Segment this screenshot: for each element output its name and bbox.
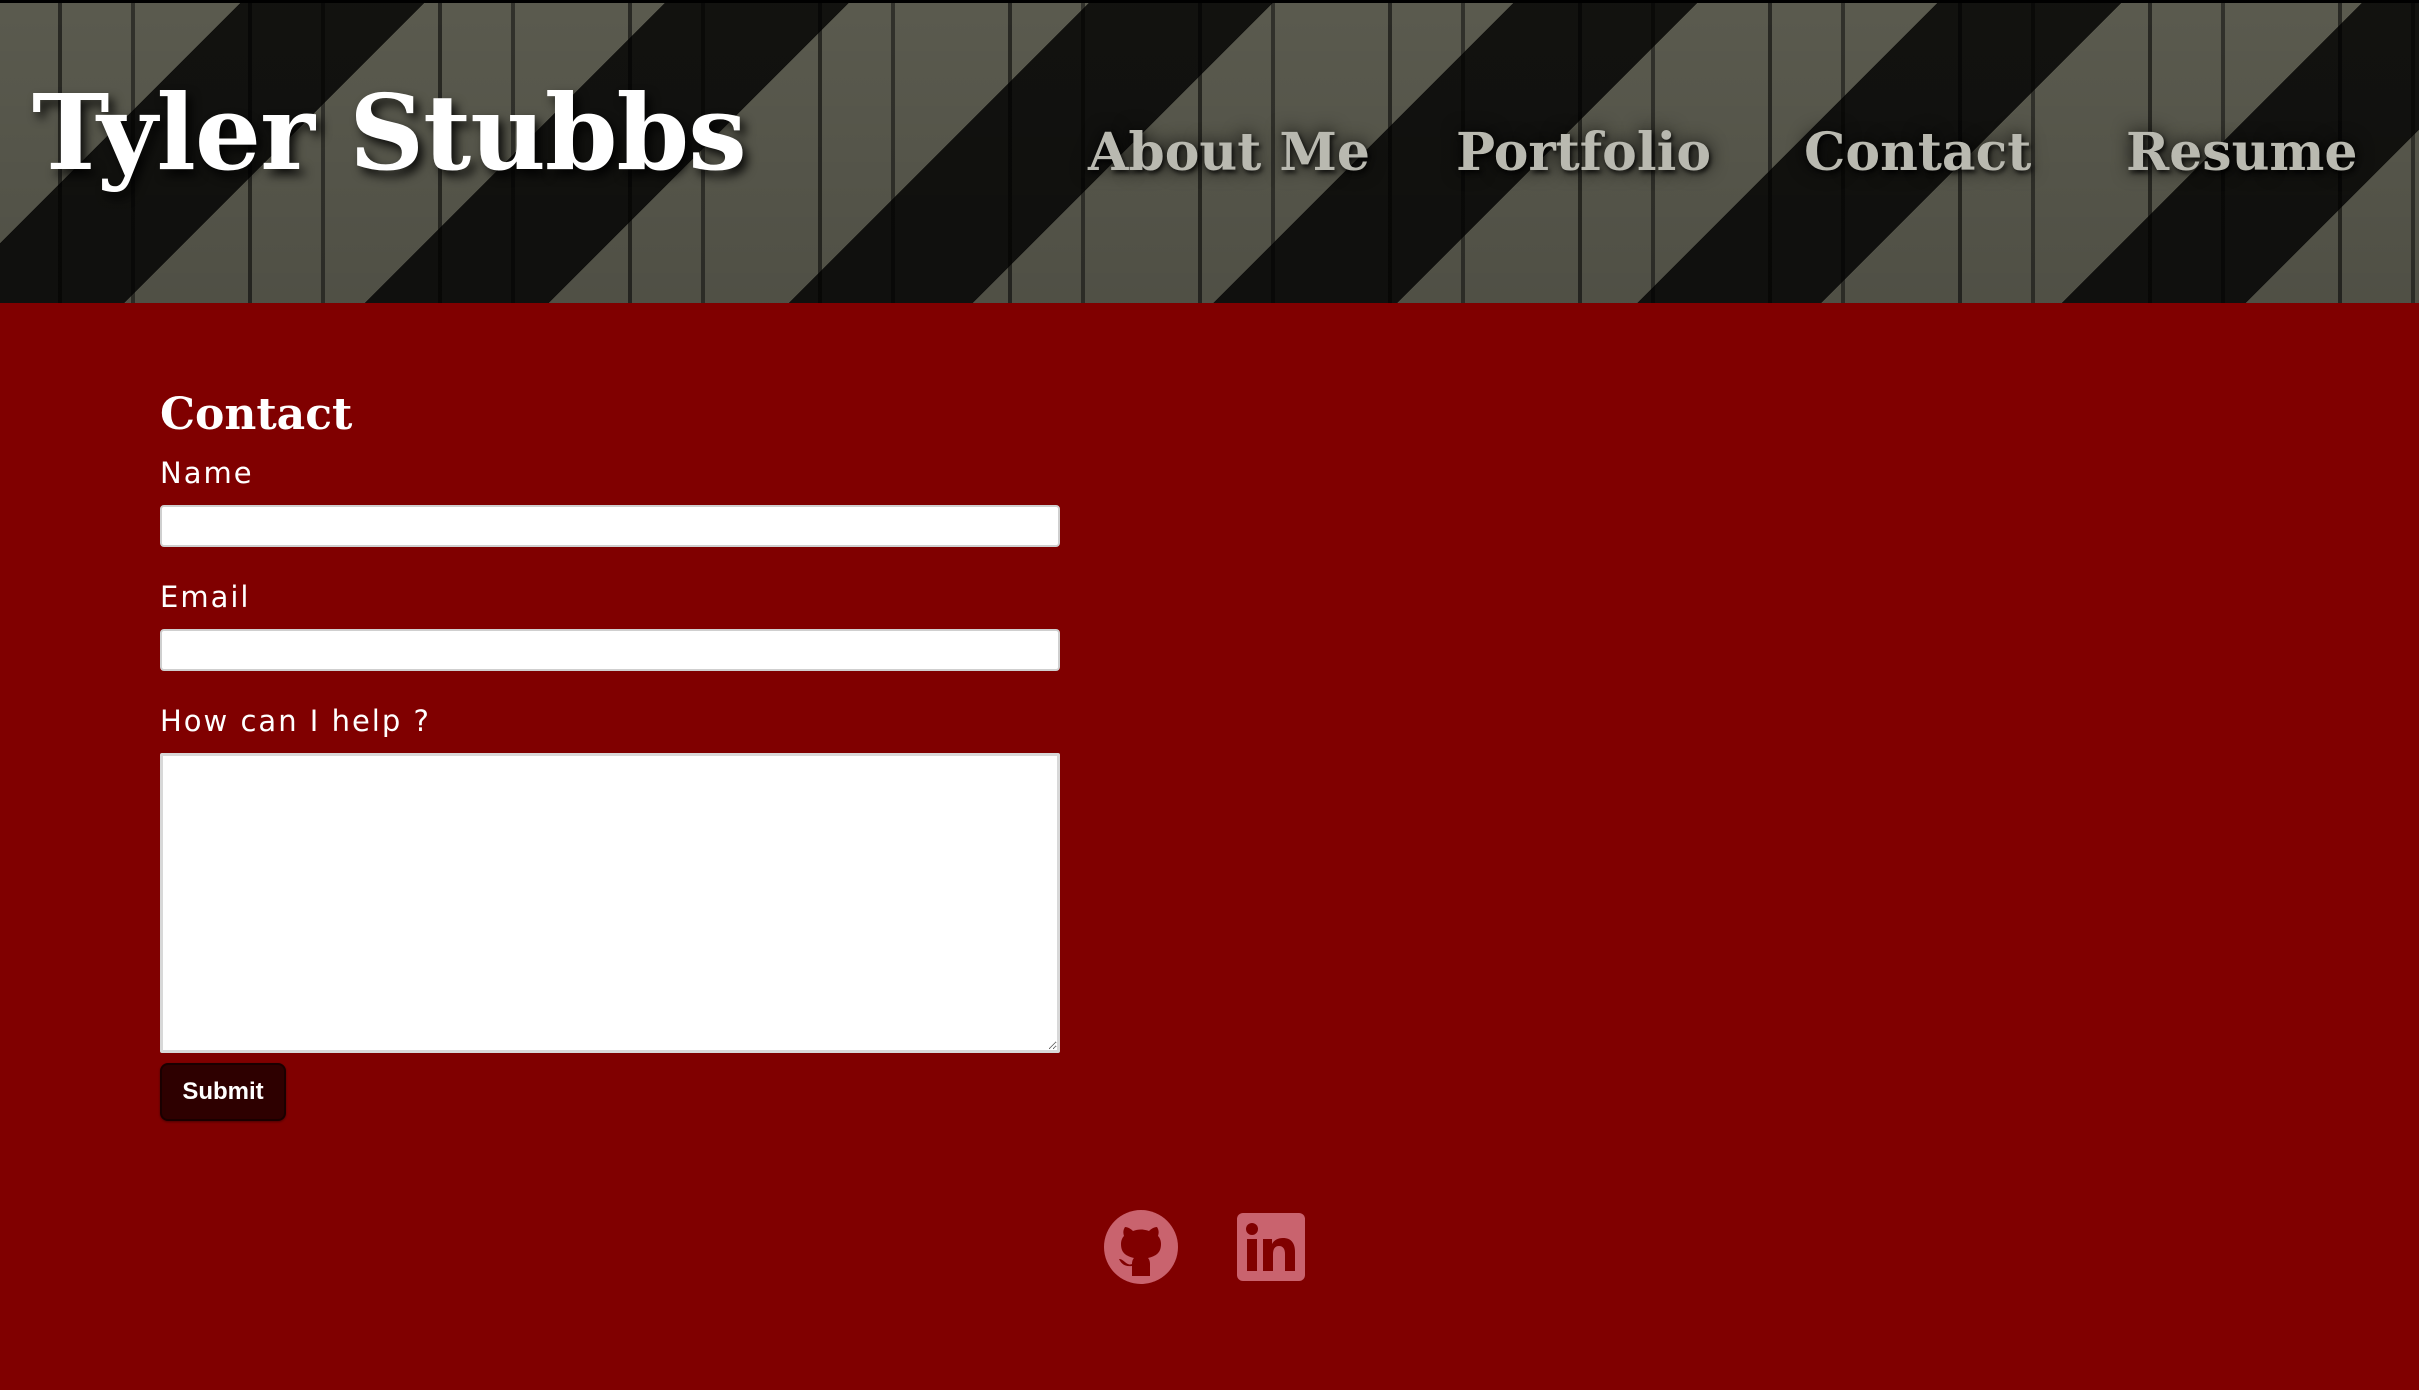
linkedin-link[interactable] — [1237, 1213, 1305, 1281]
site-header: Tyler Stubbs About Me Portfolio Contact … — [0, 0, 2419, 303]
page: Tyler Stubbs About Me Portfolio Contact … — [0, 0, 2419, 1390]
help-textarea[interactable] — [160, 753, 1060, 1053]
email-input[interactable] — [160, 629, 1060, 671]
social-links — [1104, 1210, 1305, 1284]
linkedin-icon — [1237, 1213, 1305, 1281]
help-label: How can I help ? — [160, 704, 431, 738]
name-input[interactable] — [160, 505, 1060, 547]
nav-about-me[interactable]: About Me — [1088, 118, 1370, 188]
contact-form: Contact Name Email How can I help ? Subm… — [160, 385, 1060, 1121]
name-label: Name — [160, 456, 254, 490]
nav-resume[interactable]: Resume — [2126, 118, 2358, 188]
github-icon — [1104, 1210, 1178, 1284]
contact-title: Contact — [160, 389, 353, 440]
submit-button[interactable]: Submit — [160, 1063, 286, 1121]
main-nav: About Me Portfolio Contact Resume — [0, 118, 2419, 188]
nav-portfolio[interactable]: Portfolio — [1456, 118, 1711, 188]
nav-contact[interactable]: Contact — [1804, 118, 2031, 188]
email-label: Email — [160, 580, 251, 614]
github-link[interactable] — [1104, 1210, 1178, 1284]
